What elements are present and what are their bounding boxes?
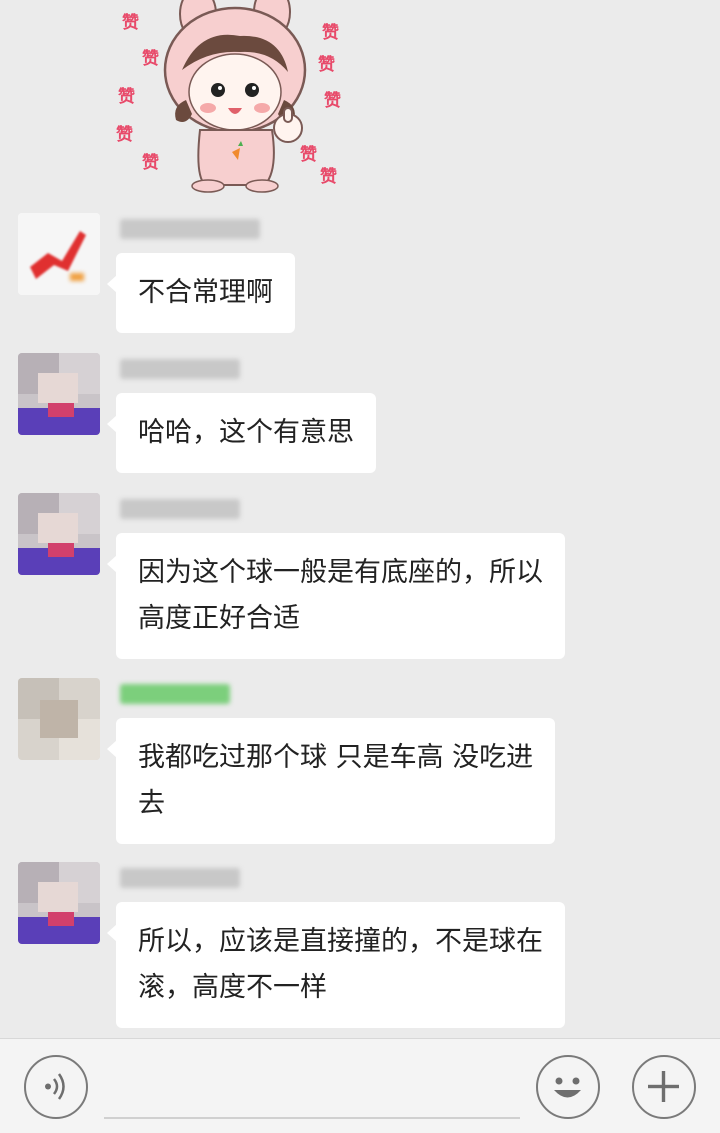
message-input[interactable] <box>104 1057 520 1119</box>
avatar-pixelated-icon <box>18 493 100 575</box>
avatar-red-logo-icon <box>18 213 100 295</box>
input-bar <box>0 1038 720 1133</box>
avatar[interactable] <box>18 213 100 295</box>
sender-name-blurred <box>120 219 260 239</box>
message-bubble[interactable]: 不合常理啊 <box>107 253 295 333</box>
emoji-button[interactable] <box>536 1055 600 1119</box>
avatar[interactable] <box>18 678 100 760</box>
message-bubble[interactable]: 因为这个球一般是有底座的，所以 高度正好合适 <box>107 533 565 659</box>
message-text-line: 滚，高度不一样 <box>138 972 327 1003</box>
message-text: 哈哈，这个有意思 <box>138 417 354 448</box>
emoji-icon <box>554 1077 581 1098</box>
plus-button[interactable] <box>632 1055 696 1119</box>
message-text-line: 因为这个球一般是有底座的，所以 <box>138 557 543 588</box>
sender-name-blurred <box>120 868 240 888</box>
chat-area: 赞 赞 赞 赞 赞 赞 赞 赞 赞 赞 不合常理啊 哈哈，这个有意思 因为这个球… <box>0 0 720 1038</box>
avatar-pixelated-b-icon <box>18 678 100 760</box>
message-text-line: 高度正好合适 <box>138 603 300 634</box>
message-text-line: 去 <box>138 788 165 819</box>
plus-icon <box>648 1071 679 1102</box>
message-bubble[interactable]: 哈哈，这个有意思 <box>107 393 376 473</box>
message-bubble[interactable]: 我都吃过那个球 只是车高 没吃进 去 <box>106 718 556 844</box>
sender-name-blurred <box>120 359 240 379</box>
avatar-pixelated-icon <box>18 862 100 944</box>
message-text-line: 我都吃过那个球 只是车高 没吃进 <box>138 742 534 773</box>
avatar[interactable] <box>18 353 100 435</box>
sender-name-blurred <box>120 684 230 704</box>
cartoon-girl-thumbs-up-sticker <box>163 0 307 193</box>
voice-icon <box>45 1073 65 1100</box>
message-text: 不合常理啊 <box>138 277 273 308</box>
sticker-image[interactable]: 赞 赞 赞 赞 赞 赞 赞 赞 赞 赞 <box>110 0 360 200</box>
avatar[interactable] <box>18 493 100 575</box>
message-text-line: 所以，应该是直接撞的，不是球在 <box>138 926 543 957</box>
avatar-pixelated-icon <box>18 353 100 435</box>
voice-button[interactable] <box>24 1055 88 1119</box>
sender-name-blurred <box>120 499 240 519</box>
avatar[interactable] <box>18 862 100 944</box>
message-bubble[interactable]: 所以，应该是直接撞的，不是球在 滚，高度不一样 <box>107 902 565 1028</box>
